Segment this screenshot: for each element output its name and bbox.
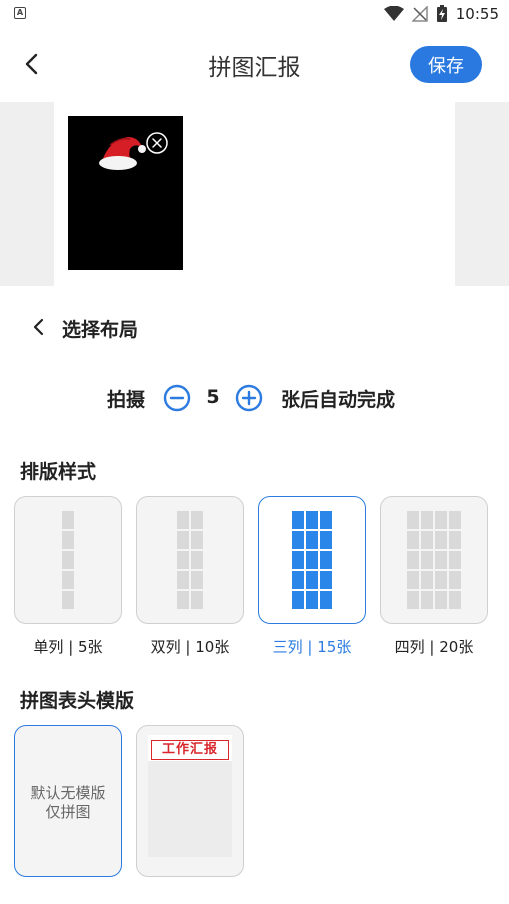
layout-back-button[interactable]: [28, 316, 50, 338]
layout-grid-preview: [407, 511, 461, 609]
battery-charging-icon: [436, 5, 447, 22]
signal-off-icon: [411, 6, 428, 22]
app-header: 拼图汇报 保存: [0, 28, 509, 102]
layout-option-2-columns[interactable]: [136, 496, 244, 624]
template-section-title: 拼图表头模版: [20, 690, 135, 712]
layout-option-4-columns[interactable]: [380, 496, 488, 624]
layout-chooser-title: 选择布局: [62, 319, 139, 341]
layout-grid-preview: [62, 511, 74, 609]
layout-option-label: 双列 | 10张: [150, 638, 230, 656]
photo-tile[interactable]: [68, 116, 183, 270]
layout-grid-preview: [177, 511, 203, 609]
notification-a-icon: A: [14, 7, 26, 19]
photo-count-row: 拍摄 5 张后自动完成: [0, 380, 509, 416]
layout-grid-preview: [292, 511, 332, 609]
santa-hat-image: [99, 137, 146, 170]
status-time: 10:55: [455, 5, 499, 23]
wifi-icon: [383, 6, 404, 21]
template-option-work-report[interactable]: 工作汇报: [136, 725, 244, 877]
style-section-title: 排版样式: [20, 461, 97, 483]
layout-option-1-column[interactable]: [14, 496, 122, 624]
minus-circle-icon: [163, 384, 191, 412]
status-bar: A 10:55: [0, 0, 509, 28]
work-report-badge: 工作汇报: [151, 740, 229, 760]
remove-photo-button[interactable]: [146, 132, 168, 154]
collage-preview-area: [0, 102, 509, 286]
chevron-left-icon: [33, 318, 44, 336]
collage-canvas: [54, 102, 455, 286]
template-none-text: 默认无模版 仅拼图: [15, 784, 121, 822]
layout-option-3-columns[interactable]: [258, 496, 366, 624]
plus-circle-icon: [235, 384, 263, 412]
status-icons: 10:55: [383, 4, 499, 24]
count-prefix-label: 拍摄: [107, 389, 146, 411]
layout-option-label: 四列 | 20张: [394, 638, 474, 656]
save-button[interactable]: 保存: [410, 46, 482, 83]
layout-option-label: 单列 | 5张: [33, 638, 103, 656]
template-none-line1: 默认无模版: [30, 784, 106, 802]
count-suffix-label: 张后自动完成: [281, 389, 396, 411]
count-value: 5: [206, 386, 220, 408]
template-none-line2: 仅拼图: [45, 803, 91, 821]
template-option-none[interactable]: 默认无模版 仅拼图: [14, 725, 122, 877]
decrease-count-button[interactable]: [163, 384, 191, 412]
close-circle-icon: [146, 132, 168, 154]
template-preview: 工作汇报: [148, 735, 232, 857]
increase-count-button[interactable]: [235, 384, 263, 412]
layout-option-label: 三列 | 15张: [272, 638, 352, 656]
